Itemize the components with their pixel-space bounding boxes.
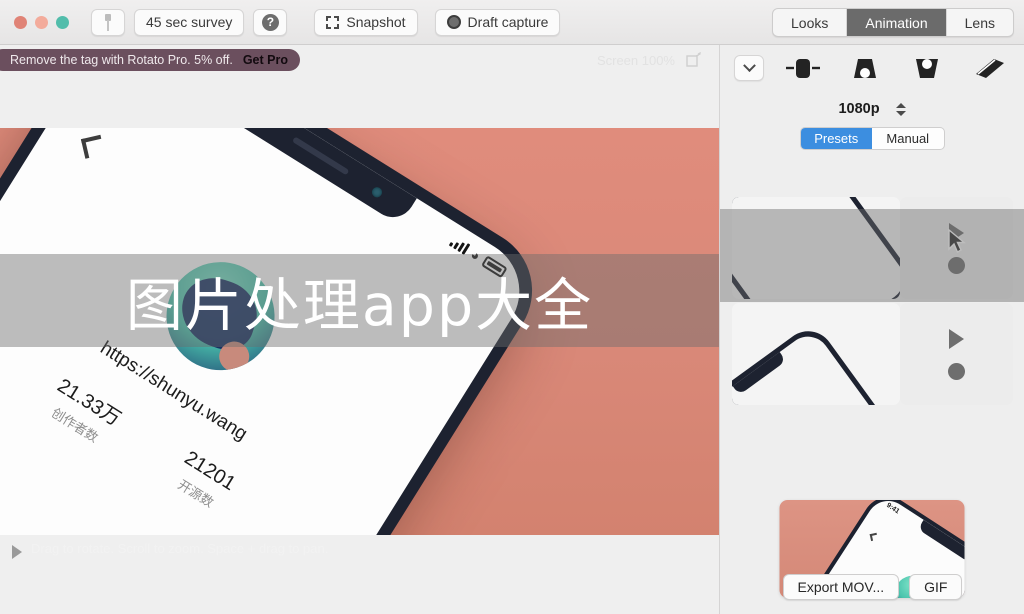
tab-looks[interactable]: Looks: [773, 9, 848, 36]
export-mov-button[interactable]: Export MOV...: [782, 574, 900, 600]
presets-tab[interactable]: Presets: [800, 128, 872, 149]
rotate-refresh-icon[interactable]: [685, 51, 703, 69]
window-traffic-lights: [14, 15, 69, 29]
help-button[interactable]: ?: [253, 8, 288, 36]
animation-mode-row: [720, 45, 1024, 83]
tab-animation[interactable]: Animation: [847, 9, 947, 36]
play-triangle-icon[interactable]: [12, 545, 22, 559]
tab-animation-label: Animation: [865, 14, 928, 31]
watermark-overlay: 图片处理app大全: [0, 254, 719, 347]
toolbar-left-group: 45 sec survey ? Snapshot Draft capture: [91, 8, 561, 36]
presets-manual-toggle: Presets Manual: [799, 127, 945, 150]
draft-capture-label: Draft capture: [467, 14, 549, 30]
canvas-top-controls: Screen 100%: [597, 51, 703, 69]
preset-card-2-thumb[interactable]: [732, 303, 901, 405]
stat-item: 21.33万 创作者数: [41, 370, 128, 451]
export-gif-button[interactable]: GIF: [909, 574, 963, 600]
mode-tabs: Looks Animation Lens: [772, 8, 1014, 37]
preset-row: [732, 303, 1013, 405]
play-triangle-icon[interactable]: [949, 328, 965, 349]
manual-tab[interactable]: Manual: [872, 128, 944, 149]
promo-message: Remove the tag with Rotato Pro. 5% off.: [10, 53, 233, 67]
phone-tilt-up-icon[interactable]: [904, 53, 950, 83]
watermark-text: 图片处理app大全: [125, 272, 594, 339]
resolution-value: 1080p: [838, 101, 880, 117]
collapse-panel-button[interactable]: [734, 55, 764, 81]
phone-flat-icon[interactable]: [966, 53, 1012, 83]
mini-phone-mockup: [732, 197, 901, 299]
usb-connect-button[interactable]: [91, 8, 125, 36]
resolution-row: 1080p: [720, 101, 1024, 117]
back-chevron-icon[interactable]: [80, 134, 105, 159]
usb-plug-icon: [102, 13, 114, 31]
tab-lens[interactable]: Lens: [947, 9, 1013, 36]
animation-panel: 1080p Presets Manual 9:41 Export MOV... …: [719, 45, 1024, 614]
front-camera-icon: [370, 185, 384, 200]
stat-item: 21201 开源数: [165, 447, 239, 521]
promo-banner[interactable]: Remove the tag with Rotato Pro. 5% off. …: [0, 49, 300, 71]
earpiece-speaker-icon: [291, 136, 350, 176]
preset-list: [720, 197, 1024, 467]
canvas-hint-bar: Drag to rotate. Scroll to zoom. Space + …: [0, 535, 719, 614]
export-gif-label: GIF: [924, 579, 948, 595]
preview-back-chevron-icon: [869, 532, 878, 542]
mini-phone-mockup: [732, 320, 901, 405]
preset-card-2-controls[interactable]: [900, 303, 1013, 405]
preset-card-1-controls[interactable]: [900, 197, 1013, 299]
snapshot-button[interactable]: Snapshot: [314, 8, 418, 36]
manual-tab-label: Manual: [886, 131, 930, 146]
mini-phone-screen: [732, 327, 901, 405]
preview-phone-notch: [917, 519, 965, 563]
presets-tab-label: Presets: [814, 131, 859, 146]
rotato-app-window: 45 sec survey ? Snapshot Draft capture L…: [0, 0, 1024, 614]
get-pro-link[interactable]: Get Pro: [243, 53, 288, 67]
canvas-hint-text: Drag to rotate. Scroll to zoom. Space + …: [31, 541, 329, 556]
minimize-window-button[interactable]: [35, 15, 48, 29]
phone-tilt-down-icon[interactable]: [842, 53, 888, 83]
survey-button-label: 45 sec survey: [146, 14, 233, 30]
phone-horizontal-icon[interactable]: [780, 53, 826, 83]
preview-canvas[interactable]: Screen 100% 9:41: [0, 45, 719, 614]
survey-button[interactable]: 45 sec survey: [134, 8, 245, 36]
record-dot-icon[interactable]: [948, 256, 966, 274]
question-mark-icon: ?: [261, 13, 279, 31]
cellular-bars-icon: [448, 235, 470, 255]
crop-frame-icon: [326, 15, 340, 29]
snapshot-button-label: Snapshot: [346, 14, 406, 30]
phone-notch: [223, 128, 417, 226]
mini-phone-screen: [732, 197, 901, 299]
preset-row: [732, 197, 1013, 299]
tab-lens-label: Lens: [964, 14, 995, 31]
preset-card-1-thumb[interactable]: [732, 197, 901, 299]
tab-looks-label: Looks: [791, 14, 829, 31]
draft-capture-button[interactable]: Draft capture: [434, 8, 561, 36]
chevron-down-icon: [742, 58, 756, 72]
export-row: Export MOV... GIF: [720, 574, 1024, 600]
zoom-window-button[interactable]: [56, 15, 69, 29]
title-bar: 45 sec survey ? Snapshot Draft capture L…: [0, 0, 1024, 45]
export-mov-label: Export MOV...: [797, 579, 885, 595]
screen-scale-label: Screen 100%: [596, 52, 675, 68]
preview-status-time: 9:41: [884, 501, 901, 516]
up-down-stepper-icon[interactable]: [895, 102, 906, 116]
record-dot-icon[interactable]: [948, 362, 966, 380]
record-circle-icon: [446, 15, 461, 29]
close-window-button[interactable]: [14, 15, 27, 29]
